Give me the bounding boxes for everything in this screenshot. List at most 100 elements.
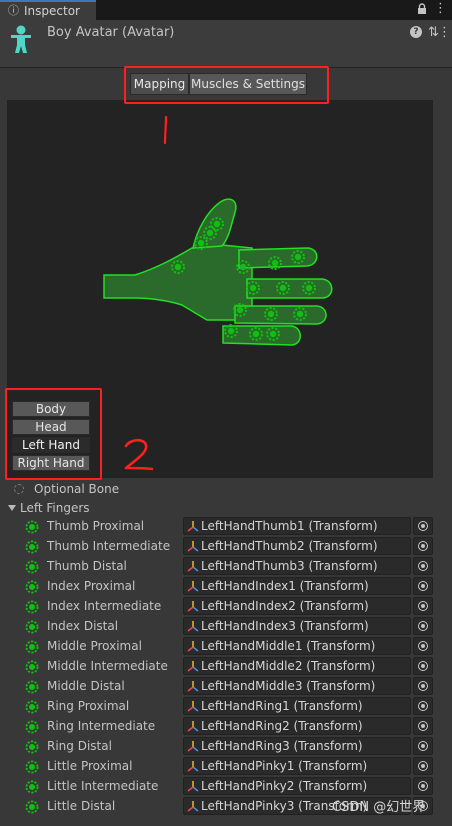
- bone-row: Middle Proximal LeftHandMiddle1 (Transfor…: [0, 636, 452, 656]
- object-picker-icon: [418, 681, 428, 691]
- tab-menu-icon[interactable]: ⋮: [434, 2, 447, 17]
- object-picker-button[interactable]: [413, 617, 433, 635]
- bone-label: Middle Distal: [47, 679, 125, 693]
- lock-icon[interactable]: [416, 3, 428, 15]
- transform-icon: [187, 581, 199, 592]
- object-picker-button[interactable]: [413, 537, 433, 555]
- bone-row: Thumb Proximal LeftHandThumb1 (Transform): [0, 516, 452, 536]
- annotation-label-1: [160, 115, 170, 145]
- bone-row: Ring Intermediate LeftHandRing2 (Transfor…: [0, 716, 452, 736]
- transform-icon: [187, 681, 199, 692]
- bone-status-icon[interactable]: [25, 560, 39, 574]
- bone-status-icon[interactable]: [25, 640, 39, 654]
- bone-label: Middle Proximal: [47, 639, 142, 653]
- object-picker-button[interactable]: [413, 677, 433, 695]
- bone-status-icon[interactable]: [25, 620, 39, 634]
- bone-object-field[interactable]: LeftHandIndex1 (Transform): [183, 577, 411, 595]
- transform-icon: [187, 561, 199, 572]
- bone-status-icon[interactable]: [25, 740, 39, 754]
- object-picker-icon: [418, 701, 428, 711]
- bone-status-icon[interactable]: [25, 660, 39, 674]
- optional-bone-label: Optional Bone: [34, 482, 120, 496]
- object-picker-icon: [418, 521, 428, 531]
- bone-label: Index Intermediate: [47, 599, 162, 613]
- bone-row: Index Distal LeftHandIndex3 (Transform): [0, 616, 452, 636]
- bone-object-field[interactable]: LeftHandThumb1 (Transform): [183, 517, 411, 535]
- bone-object-field[interactable]: LeftHandPinky2 (Transform): [183, 777, 411, 795]
- bone-field-value: LeftHandIndex3 (Transform): [201, 619, 369, 633]
- bone-row: Ring Proximal LeftHandRing1 (Transform): [0, 696, 452, 716]
- transform-icon: [187, 701, 199, 712]
- object-picker-button[interactable]: [413, 657, 433, 675]
- bone-field-value: LeftHandRing3 (Transform): [201, 739, 363, 753]
- bone-object-field[interactable]: LeftHandThumb3 (Transform): [183, 557, 411, 575]
- object-picker-icon: [418, 621, 428, 631]
- object-picker-button[interactable]: [413, 757, 433, 775]
- bone-object-field[interactable]: LeftHandRing1 (Transform): [183, 697, 411, 715]
- bone-object-field[interactable]: LeftHandPinky1 (Transform): [183, 757, 411, 775]
- object-picker-button[interactable]: [413, 637, 433, 655]
- object-picker-button[interactable]: [413, 557, 433, 575]
- bone-row: Thumb Intermediate LeftHandThumb2 (Transf…: [0, 536, 452, 556]
- bone-label: Middle Intermediate: [47, 659, 168, 673]
- object-title: Boy Avatar (Avatar): [47, 25, 175, 40]
- foldout-triangle-icon[interactable]: [8, 505, 16, 511]
- object-picker-icon: [418, 721, 428, 731]
- bone-status-icon[interactable]: [25, 680, 39, 694]
- bone-status-icon[interactable]: [25, 780, 39, 794]
- left-fingers-foldout[interactable]: Left Fingers: [8, 500, 90, 516]
- bone-row: Index Proximal LeftHandIndex1 (Transform): [0, 576, 452, 596]
- transform-icon: [187, 761, 199, 772]
- bone-label: Thumb Intermediate: [47, 539, 171, 553]
- object-picker-icon: [418, 781, 428, 791]
- bone-object-field[interactable]: LeftHandIndex2 (Transform): [183, 597, 411, 615]
- bone-label: Index Proximal: [47, 579, 136, 593]
- bone-status-icon[interactable]: [25, 720, 39, 734]
- bone-status-icon[interactable]: [25, 540, 39, 554]
- object-picker-button[interactable]: [413, 717, 433, 735]
- object-picker-button[interactable]: [413, 577, 433, 595]
- bone-row: Little Intermediate LeftHandPinky2 (Trans…: [0, 776, 452, 796]
- tab-bar: ⓘ Inspector ⋮: [0, 0, 452, 20]
- bone-status-icon[interactable]: [25, 600, 39, 614]
- bone-object-field[interactable]: LeftHandThumb2 (Transform): [183, 537, 411, 555]
- bone-status-icon[interactable]: [25, 520, 39, 534]
- dashed-circle-icon: [14, 484, 24, 494]
- bone-field-value: LeftHandThumb2 (Transform): [201, 539, 378, 553]
- avatar-icon: [8, 24, 34, 54]
- transform-icon: [187, 621, 199, 632]
- watermark: CSDN @幻世界: [332, 800, 426, 815]
- bone-field-value: LeftHandPinky1 (Transform): [201, 759, 368, 773]
- bone-label: Ring Distal: [47, 739, 112, 753]
- object-picker-button[interactable]: [413, 737, 433, 755]
- transform-icon: [187, 601, 199, 612]
- bone-status-icon[interactable]: [25, 700, 39, 714]
- help-icon[interactable]: ?: [410, 26, 422, 38]
- bone-status-icon[interactable]: [25, 580, 39, 594]
- bone-label: Little Distal: [47, 799, 116, 813]
- tab-inspector[interactable]: ⓘ Inspector: [0, 0, 96, 20]
- object-picker-button[interactable]: [413, 517, 433, 535]
- bone-object-field[interactable]: LeftHandRing2 (Transform): [183, 717, 411, 735]
- bone-status-icon[interactable]: [25, 760, 39, 774]
- bone-object-field[interactable]: LeftHandMiddle2 (Transform): [183, 657, 411, 675]
- bone-label: Thumb Distal: [47, 559, 127, 573]
- object-picker-button[interactable]: [413, 777, 433, 795]
- bone-object-field[interactable]: LeftHandMiddle1 (Transform): [183, 637, 411, 655]
- bone-object-field[interactable]: LeftHandRing3 (Transform): [183, 737, 411, 755]
- object-picker-icon: [418, 641, 428, 651]
- object-picker-button[interactable]: [413, 597, 433, 615]
- settings-icon[interactable]: ⇅: [428, 25, 439, 40]
- bone-object-field[interactable]: LeftHandIndex3 (Transform): [183, 617, 411, 635]
- bone-label: Ring Proximal: [47, 699, 130, 713]
- object-picker-button[interactable]: [413, 697, 433, 715]
- transform-icon: [187, 781, 199, 792]
- bone-field-value: LeftHandIndex1 (Transform): [201, 579, 369, 593]
- inspector-header: Boy Avatar (Avatar) ? ⇅ ⋮: [0, 20, 452, 68]
- annotation-box-1: [124, 66, 329, 104]
- bone-field-value: LeftHandRing2 (Transform): [201, 719, 363, 733]
- transform-icon: [187, 721, 199, 732]
- bone-status-icon[interactable]: [25, 800, 39, 814]
- bone-object-field[interactable]: LeftHandMiddle3 (Transform): [183, 677, 411, 695]
- more-icon[interactable]: ⋮: [438, 25, 451, 40]
